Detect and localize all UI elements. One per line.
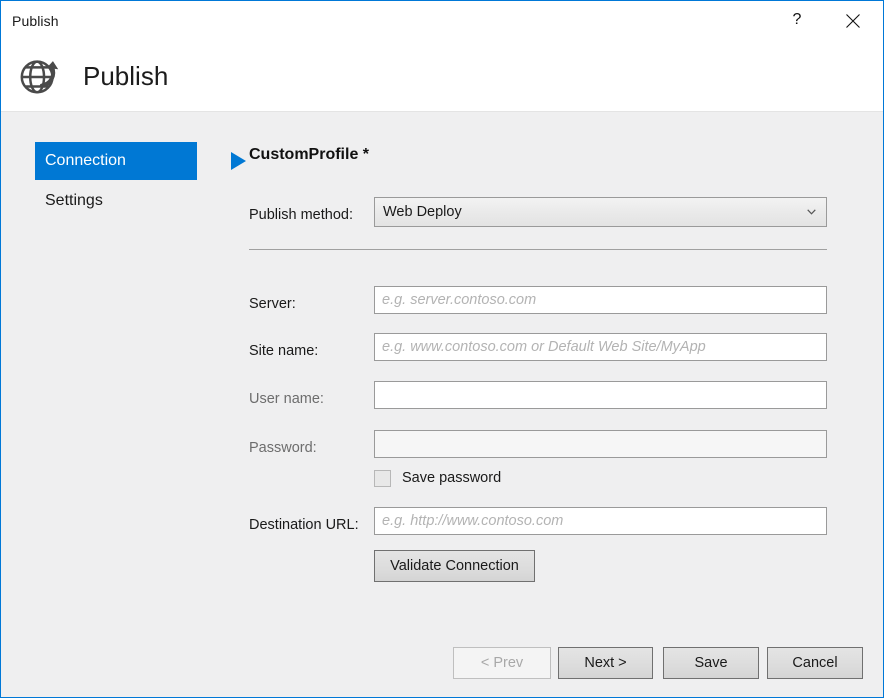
- site-name-input[interactable]: [374, 333, 827, 361]
- selection-arrow-icon: [231, 152, 246, 170]
- publish-method-value: Web Deploy: [375, 203, 462, 221]
- connection-form: CustomProfile * Publish method: Web Depl…: [249, 112, 839, 697]
- title-bar: Publish ?: [1, 1, 883, 41]
- save-button[interactable]: Save: [663, 647, 759, 679]
- publish-dialog: Publish ? Publish: [0, 0, 884, 698]
- sidebar-item-connection[interactable]: Connection: [35, 142, 197, 180]
- next-button[interactable]: Next >: [558, 647, 653, 679]
- password-input[interactable]: [374, 430, 827, 458]
- profile-title: CustomProfile *: [249, 145, 369, 165]
- prev-button[interactable]: < Prev: [453, 647, 551, 679]
- close-icon: [845, 13, 861, 29]
- sidebar-item-settings[interactable]: Settings: [35, 182, 197, 220]
- password-label: Password:: [249, 439, 317, 457]
- destination-url-label: Destination URL:: [249, 516, 359, 534]
- save-password-checkbox[interactable]: [374, 470, 391, 487]
- sidebar-nav: Connection Settings: [1, 112, 241, 697]
- help-button[interactable]: ?: [774, 1, 820, 41]
- chevron-down-icon: [807, 209, 816, 215]
- dialog-header: Publish: [1, 41, 883, 112]
- server-input[interactable]: [374, 286, 827, 314]
- globe-publish-icon: [17, 53, 63, 99]
- dialog-body: Connection Settings CustomProfile * Publ…: [1, 112, 883, 697]
- close-button[interactable]: [830, 1, 876, 41]
- publish-method-label: Publish method:: [249, 206, 353, 224]
- publish-method-dropdown[interactable]: Web Deploy: [374, 197, 827, 227]
- window-title: Publish: [12, 13, 59, 29]
- form-separator: [249, 249, 827, 250]
- sidebar-item-settings-label: Settings: [35, 191, 103, 211]
- save-password-label: Save password: [391, 469, 501, 487]
- site-name-label: Site name:: [249, 342, 318, 360]
- sidebar-item-connection-label: Connection: [35, 151, 126, 171]
- save-password-checkbox-row[interactable]: Save password: [374, 469, 501, 487]
- destination-url-input[interactable]: [374, 507, 827, 535]
- server-label: Server:: [249, 295, 296, 313]
- user-name-input[interactable]: [374, 381, 827, 409]
- question-mark-icon: ?: [793, 12, 802, 28]
- cancel-button[interactable]: Cancel: [767, 647, 863, 679]
- user-name-label: User name:: [249, 390, 324, 408]
- validate-connection-button[interactable]: Validate Connection: [374, 550, 535, 582]
- header-title: Publish: [83, 59, 168, 93]
